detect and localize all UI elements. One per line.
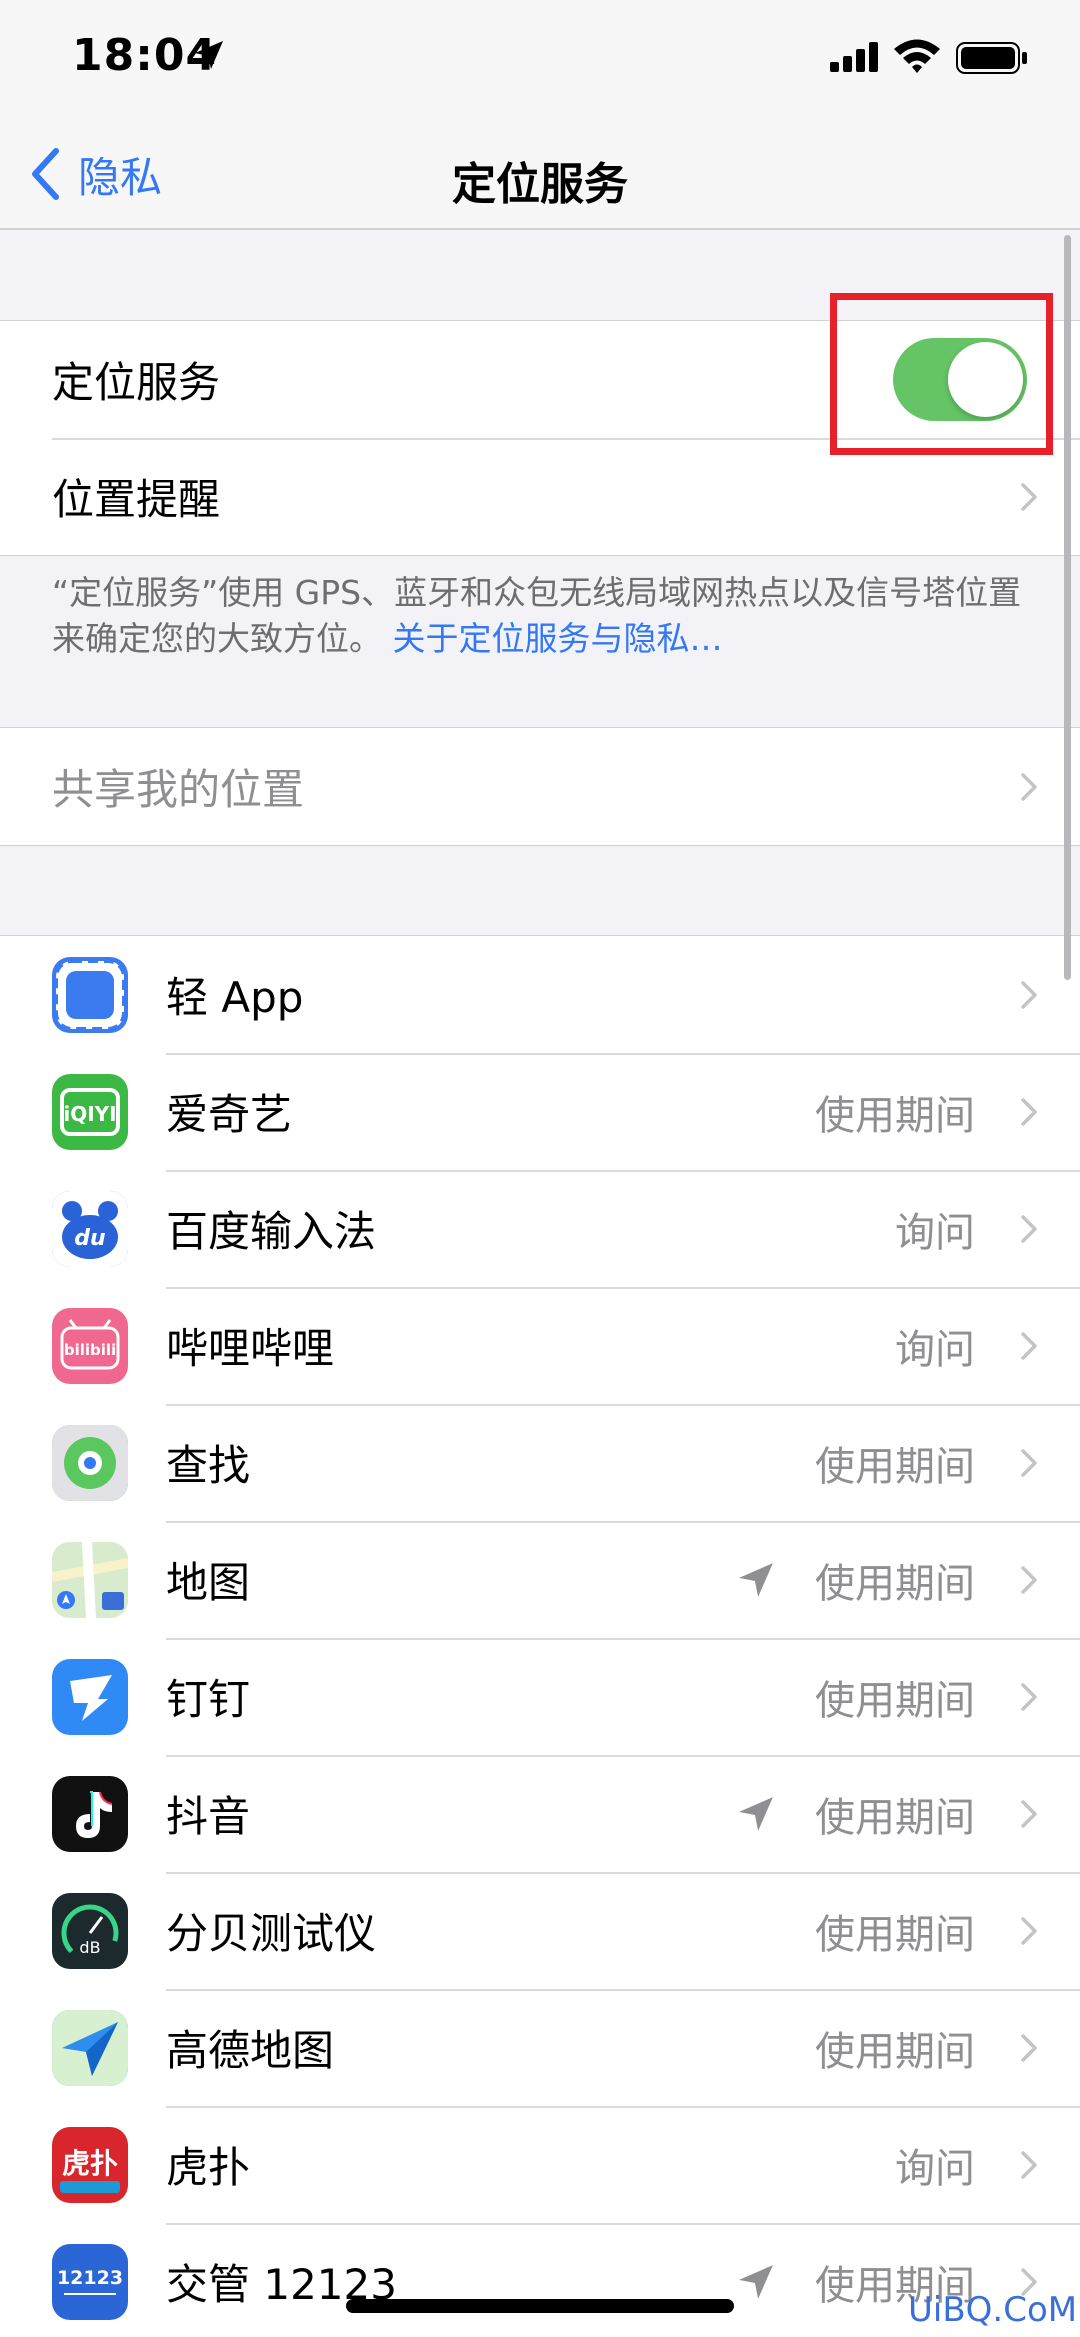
app-row[interactable]: 轻 App — [0, 936, 1080, 1053]
light-app-icon — [52, 957, 128, 1033]
svg-text:du: du — [74, 1226, 105, 1251]
wifi-icon — [894, 39, 940, 73]
app-row[interactable]: 地图 使用期间 — [0, 1521, 1080, 1638]
app-name: 虎扑 — [166, 2143, 251, 2192]
app-name: 分贝测试仪 — [166, 1909, 377, 1958]
app-row[interactable]: bilibili 哔哩哔哩 询问 — [0, 1287, 1080, 1404]
hupu-icon: 虎扑 — [52, 2127, 128, 2203]
decibel-meter-icon: dB — [52, 1893, 128, 1969]
home-indicator[interactable] — [346, 2299, 734, 2313]
app-name: 百度输入法 — [166, 1207, 377, 1256]
navigation-bar: 隐私 定位服务 — [0, 118, 1080, 230]
chevron-right-icon — [1021, 483, 1037, 511]
app-name: 高德地图 — [166, 2026, 335, 2075]
app-row[interactable]: 高德地图 使用期间 — [0, 1989, 1080, 2106]
chevron-right-icon — [1021, 1449, 1037, 1477]
douyin-icon — [52, 1776, 128, 1852]
chevron-right-icon — [1021, 2034, 1037, 2062]
app-location-status: 使用期间 — [815, 1560, 975, 1607]
app-location-status: 使用期间 — [815, 1092, 975, 1139]
app-row[interactable]: 查找 使用期间 — [0, 1404, 1080, 1521]
app-row[interactable]: iQIYI 爱奇艺 使用期间 — [0, 1053, 1080, 1170]
app-location-status: 使用期间 — [815, 1443, 975, 1490]
svg-text:iQIYI: iQIYI — [63, 1102, 116, 1126]
page-title: 定位服务 — [452, 159, 628, 210]
app-name: 哔哩哔哩 — [166, 1324, 335, 1373]
app-location-status: 使用期间 — [815, 1677, 975, 1724]
chevron-right-icon — [1021, 2151, 1037, 2179]
amap-icon — [52, 2010, 128, 2086]
dingtalk-icon — [52, 1659, 128, 1735]
chevron-right-icon — [1021, 1332, 1037, 1360]
chevron-right-icon — [1021, 981, 1037, 1009]
maps-icon — [52, 1542, 128, 1618]
app-row[interactable]: dB 分贝测试仪 使用期间 — [0, 1872, 1080, 1989]
svg-text:12123: 12123 — [57, 2267, 123, 2289]
share-location-row[interactable]: 共享我的位置 — [0, 728, 1080, 845]
app-row[interactable]: du 百度输入法 询问 — [0, 1170, 1080, 1287]
app-name: 地图 — [166, 1558, 251, 1607]
chevron-right-icon — [1021, 1800, 1037, 1828]
app-location-status: 使用期间 — [815, 1911, 975, 1958]
location-services-footer: “定位服务”使用 GPS、蓝牙和众包无线局域网热点以及信号塔位置来确定您的大致方… — [52, 570, 1042, 662]
highlight-box — [830, 293, 1053, 455]
svg-text:虎扑: 虎扑 — [62, 2147, 118, 2180]
chevron-right-icon — [1021, 1917, 1037, 1945]
app-name: 轻 App — [166, 973, 304, 1022]
app-location-status: 询问 — [895, 2145, 975, 2192]
scrollbar[interactable] — [1064, 235, 1071, 980]
app-location-status: 询问 — [895, 1209, 975, 1256]
app-row[interactable]: 虎扑 虎扑 询问 — [0, 2106, 1080, 2223]
baidu-input-icon: du — [52, 1191, 128, 1267]
traffic-12123-icon: 12123 — [52, 2244, 128, 2320]
location-in-use-icon — [739, 1563, 773, 1597]
app-list: 轻 App iQIYI 爱奇艺 使用期间 du 百度输入法 询问 bilibili 哔哩哔哩 询问… — [0, 935, 1080, 2337]
app-name: 钉钉 — [166, 1675, 251, 1724]
chevron-right-icon — [1021, 1683, 1037, 1711]
location-arrow-icon — [195, 41, 223, 69]
svg-text:dB: dB — [79, 1938, 100, 1957]
privacy-link[interactable]: 关于定位服务与隐私… — [393, 619, 723, 658]
bilibili-icon: bilibili — [52, 1308, 128, 1384]
cellular-signal-icon — [830, 42, 878, 72]
app-location-status: 使用期间 — [815, 2028, 975, 2075]
find-my-icon — [52, 1425, 128, 1501]
chevron-right-icon — [1021, 1098, 1037, 1126]
status-bar: 18:04 — [0, 0, 1080, 118]
battery-icon — [956, 42, 1027, 74]
share-location-group: 共享我的位置 — [0, 727, 1080, 846]
app-row[interactable]: 抖音 使用期间 — [0, 1755, 1080, 1872]
app-name: 查找 — [166, 1441, 251, 1490]
app-location-status: 使用期间 — [815, 1794, 975, 1841]
watermark: UiBQ.CoM — [908, 2290, 1078, 2330]
chevron-right-icon — [1021, 773, 1037, 801]
app-row[interactable]: 钉钉 使用期间 — [0, 1638, 1080, 1755]
svg-text:bilibili: bilibili — [64, 1341, 116, 1359]
location-services-label: 定位服务 — [52, 358, 221, 407]
location-in-use-icon — [739, 2265, 773, 2299]
iqiyi-icon: iQIYI — [52, 1074, 128, 1150]
chevron-right-icon — [1021, 1215, 1037, 1243]
share-location-label: 共享我的位置 — [52, 765, 305, 814]
chevron-right-icon — [1021, 1566, 1037, 1594]
app-name: 爱奇艺 — [166, 1090, 293, 1139]
app-location-status: 询问 — [895, 1326, 975, 1373]
location-alerts-row[interactable]: 位置提醒 — [0, 438, 1080, 555]
location-in-use-icon — [739, 1797, 773, 1831]
location-alerts-label: 位置提醒 — [52, 475, 221, 524]
app-name: 抖音 — [166, 1792, 251, 1841]
